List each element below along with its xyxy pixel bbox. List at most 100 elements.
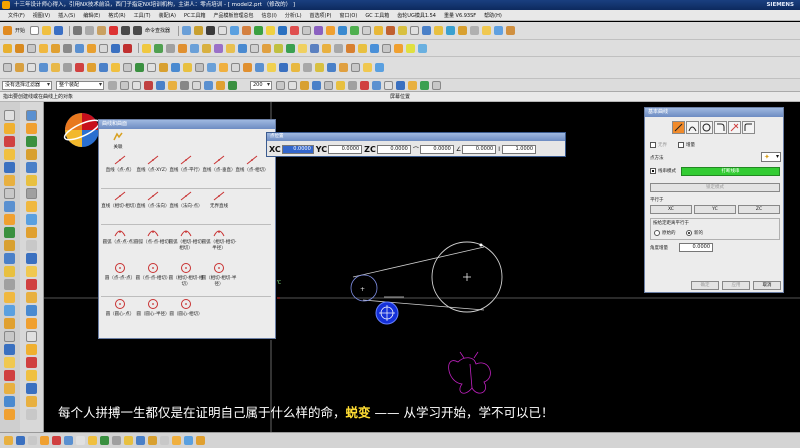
left-tool-icon[interactable] — [26, 305, 37, 316]
left-tool-icon[interactable] — [4, 201, 15, 212]
left-tool-icon[interactable] — [26, 149, 37, 160]
chamfer-icon[interactable] — [506, 26, 516, 35]
parallel-xc-button[interactable]: XC — [650, 205, 692, 214]
toolbar-icon-b32[interactable] — [375, 63, 384, 72]
value-input[interactable]: 1.0000 — [502, 145, 537, 154]
new-icon[interactable] — [30, 26, 40, 35]
layer-icon[interactable] — [290, 26, 300, 35]
menu-window[interactable]: 窗口(O) — [335, 12, 361, 19]
toolbar-icon-a28[interactable] — [334, 43, 343, 53]
left-tool-icon[interactable] — [4, 396, 15, 407]
string-mode-checkbox[interactable] — [650, 168, 656, 174]
ok-button[interactable]: 确定 — [691, 281, 719, 290]
toolbar-icon-b16[interactable] — [183, 63, 192, 72]
point-icon-1[interactable] — [276, 80, 285, 90]
left-tool-icon[interactable] — [26, 162, 37, 173]
left-tool-icon[interactable] — [4, 279, 15, 290]
bottom-tool-icon[interactable] — [88, 436, 97, 445]
left-tool-icon[interactable] — [26, 266, 37, 277]
point-icon-5[interactable] — [324, 80, 333, 90]
associative-toggle[interactable]: 关联 — [111, 132, 125, 150]
toolbar-icon-b2[interactable] — [15, 63, 24, 72]
menu-file[interactable]: 文件(F) — [4, 12, 29, 19]
toolbar-icon-a6[interactable] — [63, 43, 72, 53]
filter-icon[interactable] — [108, 80, 117, 90]
toolbar-icon-b3[interactable] — [27, 63, 36, 72]
left-tool-icon[interactable] — [26, 370, 37, 381]
toolbar-icon-b7[interactable] — [75, 63, 84, 72]
left-tool-icon[interactable] — [26, 214, 37, 225]
left-tool-icon[interactable] — [4, 110, 15, 121]
left-tool-icon[interactable] — [26, 331, 37, 342]
left-tool-icon[interactable] — [26, 123, 37, 134]
curve-type-item[interactable]: 无界直线 — [200, 190, 238, 209]
trim-type-button[interactable] — [728, 121, 741, 134]
toolbar-icon-b17[interactable] — [195, 63, 204, 72]
toolbar-icon-b26[interactable] — [303, 63, 312, 72]
length-input[interactable]: 0.0000 — [419, 145, 454, 154]
left-tool-icon[interactable] — [4, 123, 15, 134]
angle-input[interactable]: 0.0000 — [462, 145, 497, 154]
toolbar-icon-b27[interactable] — [315, 63, 324, 72]
pocket-icon[interactable] — [446, 26, 456, 35]
toolbar-icon-a9[interactable] — [99, 43, 108, 53]
toolbar-icon-a31[interactable] — [370, 43, 379, 53]
toolbar-icon-b28[interactable] — [327, 63, 336, 72]
menu-tools[interactable]: 工具(T) — [130, 12, 155, 19]
toolbar-icon-a16[interactable] — [190, 43, 199, 53]
redo-icon[interactable] — [133, 26, 143, 35]
incremental-checkbox[interactable] — [678, 142, 684, 148]
toolbar-icon-b4[interactable] — [39, 63, 48, 72]
fit-icon[interactable] — [218, 26, 228, 35]
bottom-tool-icon[interactable] — [112, 436, 121, 445]
toolbar-icon-b22[interactable] — [255, 63, 264, 72]
toolbar-icon-b5[interactable] — [51, 63, 60, 72]
toolbar-icon-b24[interactable] — [279, 63, 288, 72]
bottom-tool-icon[interactable] — [184, 436, 193, 445]
left-tool-icon[interactable] — [4, 305, 15, 316]
extrude-icon[interactable] — [350, 26, 360, 35]
left-tool-icon[interactable] — [4, 175, 15, 186]
toolbar-icon-a5[interactable] — [51, 43, 60, 53]
left-tool-icon[interactable] — [26, 110, 37, 121]
shade-icon[interactable] — [266, 26, 276, 35]
left-tool-icon[interactable] — [4, 357, 15, 368]
toolbar-icon-b8[interactable] — [87, 63, 96, 72]
point-icon-13[interactable] — [420, 80, 429, 90]
toolbar-icon-b1[interactable] — [3, 63, 12, 72]
left-tool-icon[interactable] — [26, 318, 37, 329]
toolbar-icon-b13[interactable] — [147, 63, 156, 72]
slot-icon[interactable] — [470, 26, 480, 35]
xc-input[interactable]: 0.0000 — [281, 145, 314, 154]
zoom-select[interactable]: 200 — [250, 80, 272, 90]
start-icon[interactable] — [3, 26, 12, 35]
unbounded-checkbox[interactable] — [650, 142, 656, 148]
toolbar-icon-a15[interactable] — [178, 43, 187, 53]
new-radio[interactable] — [686, 230, 692, 236]
toolbar-icon-a19[interactable] — [226, 43, 235, 53]
bottom-tool-icon[interactable] — [76, 436, 85, 445]
toolbar-icon-b14[interactable] — [159, 63, 168, 72]
menu-gc-toolbox[interactable]: GC 工具箱 — [361, 12, 393, 19]
selection-scope-select[interactable]: 整个装配 — [56, 80, 104, 90]
toolbar-icon-b6[interactable] — [63, 63, 72, 72]
toolbar-icon-b29[interactable] — [339, 63, 348, 72]
left-tool-icon[interactable] — [26, 240, 37, 251]
parallel-zc-button[interactable]: ZC — [738, 205, 780, 214]
toolbar-icon-a12[interactable] — [142, 43, 151, 53]
toolbar-icon-a11[interactable] — [123, 43, 132, 53]
left-tool-icon[interactable] — [26, 409, 37, 420]
bottom-tool-icon[interactable] — [124, 436, 133, 445]
toolbar-icon-a21[interactable] — [250, 43, 259, 53]
type-filter-select[interactable]: 没有选择过滤器 — [2, 80, 52, 90]
menu-view[interactable]: 视图(V) — [29, 12, 54, 19]
menu-help[interactable]: 帮助(H) — [480, 12, 506, 19]
start-button[interactable]: 开始 — [15, 27, 25, 34]
toolbar-icon-b10[interactable] — [111, 63, 120, 72]
command-finder[interactable]: 命令查找器 — [145, 27, 170, 34]
bottom-tool-icon[interactable] — [196, 436, 205, 445]
point-icon-11[interactable] — [396, 80, 405, 90]
sphere-icon[interactable] — [410, 26, 420, 35]
left-tool-icon[interactable] — [4, 214, 15, 225]
menu-edit[interactable]: 编辑(E) — [79, 12, 104, 19]
